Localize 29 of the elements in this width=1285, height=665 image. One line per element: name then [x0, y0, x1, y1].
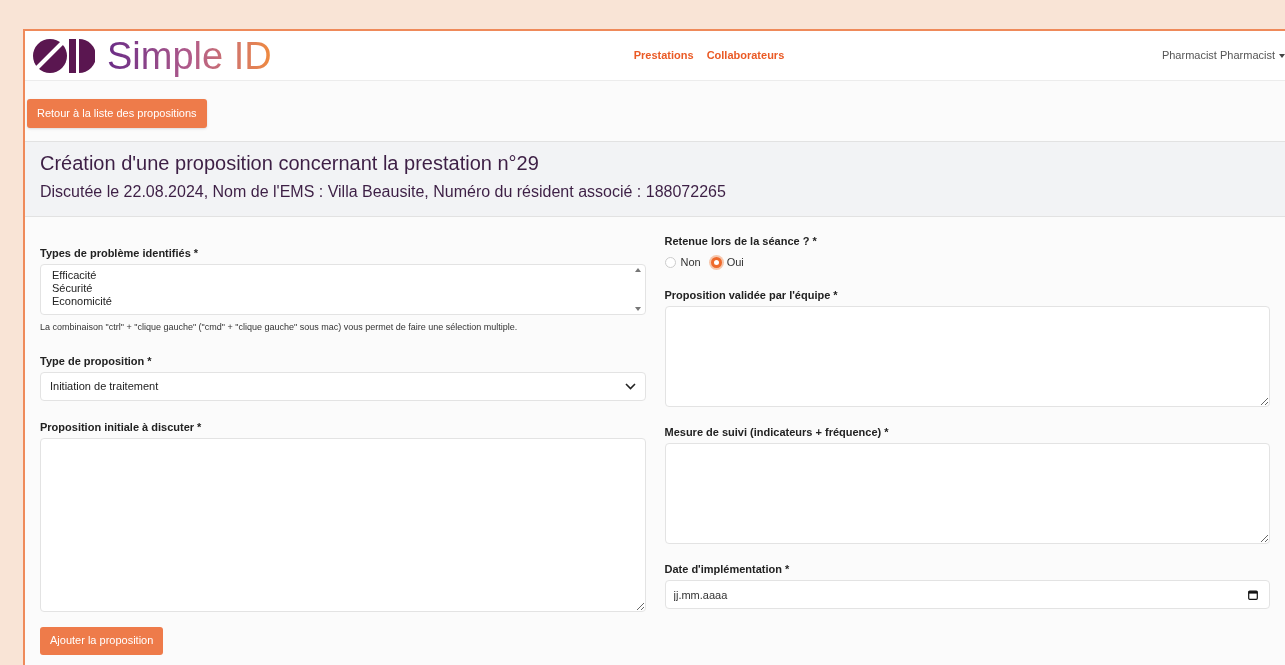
radio-button[interactable]	[710, 256, 722, 268]
multi-select-list[interactable]: Efficacité Sécurité Economicité	[40, 264, 646, 315]
field-label: Mesure de suivi (indicateurs + fréquence) *	[664, 426, 890, 439]
dropdown[interactable]: Initiation de traitement	[40, 371, 646, 401]
date-field[interactable]: jj.mm.aaaa	[664, 580, 1270, 609]
field-label: Date d'implémentation *	[664, 563, 791, 576]
nav-link[interactable]: Prestations	[633, 47, 694, 64]
field-label: Retenue lors de la séance ? *	[664, 235, 818, 248]
calendar-icon[interactable]	[1248, 590, 1258, 600]
nav-link[interactable]: Collaborateurs	[706, 47, 785, 64]
field-label: Proposition validée par l'équipe *	[664, 289, 839, 302]
radio-label: Oui	[726, 254, 744, 270]
page-subtitle: Discutée le 22.08.2024, Nom de l'EMS : Villa Beausite, Numéro du résident associé : 188072265	[40, 182, 727, 202]
list-option[interactable]: Economicité	[51, 295, 113, 308]
scroll-down-icon[interactable]	[634, 307, 641, 311]
logo-icon	[33, 37, 95, 74]
field-label: Proposition initiale à discuter *	[40, 420, 203, 434]
user-menu[interactable]: Pharmacist Pharmacist	[1161, 47, 1285, 64]
caret-icon	[1279, 53, 1285, 58]
list-option[interactable]: Sécurité	[51, 282, 113, 295]
field-label: Types de problème identifiés *	[40, 247, 200, 260]
page-title: Création d'une proposition concernant la prestation n°29	[40, 151, 540, 176]
help-text: La combinaison "ctrl" + "clique gauche" ("cmd" + "clique gauche" sous mac) vous permet de faire une sélection multiple.	[40, 321, 519, 334]
chevron-down-icon	[624, 382, 636, 390]
radio-label: Non	[680, 254, 701, 270]
list-option[interactable]: Efficacité	[51, 269, 113, 282]
field-label: Type de proposition *	[40, 354, 153, 368]
radio-button[interactable]	[664, 256, 676, 268]
scroll-up-icon[interactable]	[634, 268, 641, 272]
